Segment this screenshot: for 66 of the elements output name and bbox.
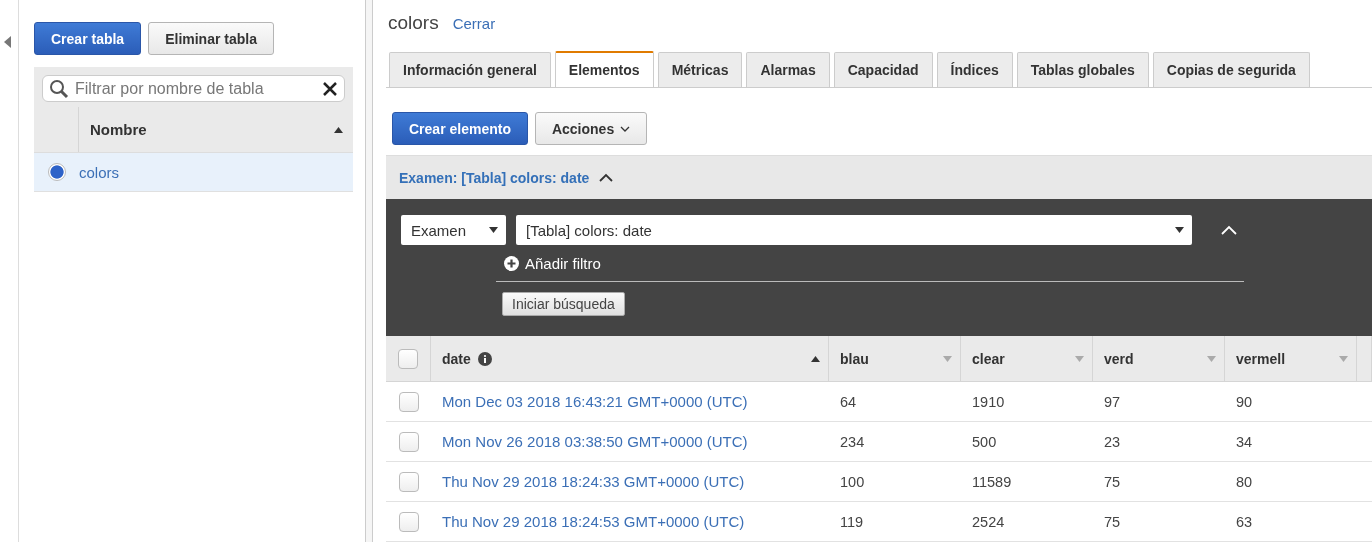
table-cell: 100 <box>829 462 961 502</box>
row-checkbox[interactable] <box>398 391 419 412</box>
tab[interactable]: Tablas globales <box>1016 52 1149 87</box>
caret-icon <box>1175 227 1184 233</box>
mode-select[interactable]: Examen <box>401 215 506 245</box>
table-cell: 63 <box>1225 502 1357 542</box>
header-cell <box>1357 336 1372 382</box>
collapse-icon[interactable] <box>4 36 11 48</box>
table-cell: 234 <box>829 422 961 462</box>
table-cell: 500 <box>961 422 1093 462</box>
caret-icon <box>489 227 498 233</box>
radio-button[interactable] <box>47 163 66 181</box>
target-select[interactable]: [Tabla] colors: date <box>516 215 1192 245</box>
column-header[interactable]: clear <box>961 336 1093 382</box>
filter-field[interactable]: Filtrar por nombre de tabla <box>42 75 345 102</box>
table-cell: 11589 <box>961 462 1093 502</box>
row-checkbox[interactable] <box>398 511 419 532</box>
action-button[interactable]: Crear elemento <box>392 112 528 145</box>
select-all-checkbox[interactable] <box>398 348 418 369</box>
tab[interactable]: Índices <box>936 52 1013 87</box>
item-link[interactable]: Thu Nov 29 2018 18:24:53 GMT+0000 (UTC) <box>442 513 745 530</box>
tab[interactable]: Copias de segurida <box>1152 52 1310 87</box>
close-link[interactable]: Cerrar <box>452 15 496 32</box>
item-link[interactable]: Mon Dec 03 2018 16:43:21 GMT+0000 (UTC) <box>442 393 748 410</box>
add-filter-button[interactable]: Añadir filtro <box>496 245 609 281</box>
column-header[interactable]: verd <box>1093 336 1225 382</box>
tab[interactable]: Métricas <box>657 52 743 87</box>
column-header[interactable]: blau <box>829 336 961 382</box>
table-cell: 2524 <box>961 502 1093 542</box>
table-cell: 75 <box>1093 502 1225 542</box>
chevron-icon[interactable] <box>599 173 614 182</box>
table-cell: 75 <box>1093 462 1225 502</box>
item-link[interactable]: Mon Nov 26 2018 03:38:50 GMT+0000 (UTC) <box>442 433 748 450</box>
info-icon <box>477 351 492 366</box>
table-cell: 97 <box>1093 382 1225 422</box>
table-link[interactable]: colors <box>79 163 119 181</box>
table-cell: 34 <box>1225 422 1357 462</box>
sort-icon[interactable] <box>334 126 343 133</box>
tab[interactable]: Elementos <box>554 51 654 87</box>
table-cell: 1910 <box>961 382 1093 422</box>
search-icon <box>49 78 69 99</box>
item-link[interactable]: Thu Nov 29 2018 18:24:33 GMT+0000 (UTC) <box>442 473 745 490</box>
plus-icon <box>504 256 519 271</box>
action-button[interactable]: Acciones <box>534 112 648 145</box>
resize-handle[interactable] <box>365 0 373 542</box>
close-icon[interactable] <box>322 80 338 97</box>
chevron-icon <box>620 125 631 132</box>
table-title: colors <box>388 12 439 34</box>
table-cell: 23 <box>1093 422 1225 462</box>
table-cell: 119 <box>829 502 961 542</box>
table-cell: 80 <box>1225 462 1357 502</box>
table-cell: 90 <box>1225 382 1357 422</box>
table-cell: 64 <box>829 382 961 422</box>
row-checkbox[interactable] <box>398 471 419 492</box>
column-header[interactable]: vermell <box>1225 336 1357 382</box>
search-button[interactable]: Iniciar búsqueda <box>502 292 625 316</box>
scan-title: Examen: [Tabla] colors: date <box>399 169 590 186</box>
table-button[interactable]: Crear tabla <box>34 22 142 55</box>
table-button[interactable]: Eliminar tabla <box>148 22 274 55</box>
tab[interactable]: Información general <box>389 52 551 87</box>
column-header[interactable]: date <box>431 336 829 382</box>
tab[interactable]: Alarmas <box>746 52 830 87</box>
sort-icon[interactable] <box>811 355 820 362</box>
row-checkbox[interactable] <box>398 431 419 452</box>
collapse-icon[interactable] <box>1221 225 1237 235</box>
tab[interactable]: Capacidad <box>833 52 933 87</box>
